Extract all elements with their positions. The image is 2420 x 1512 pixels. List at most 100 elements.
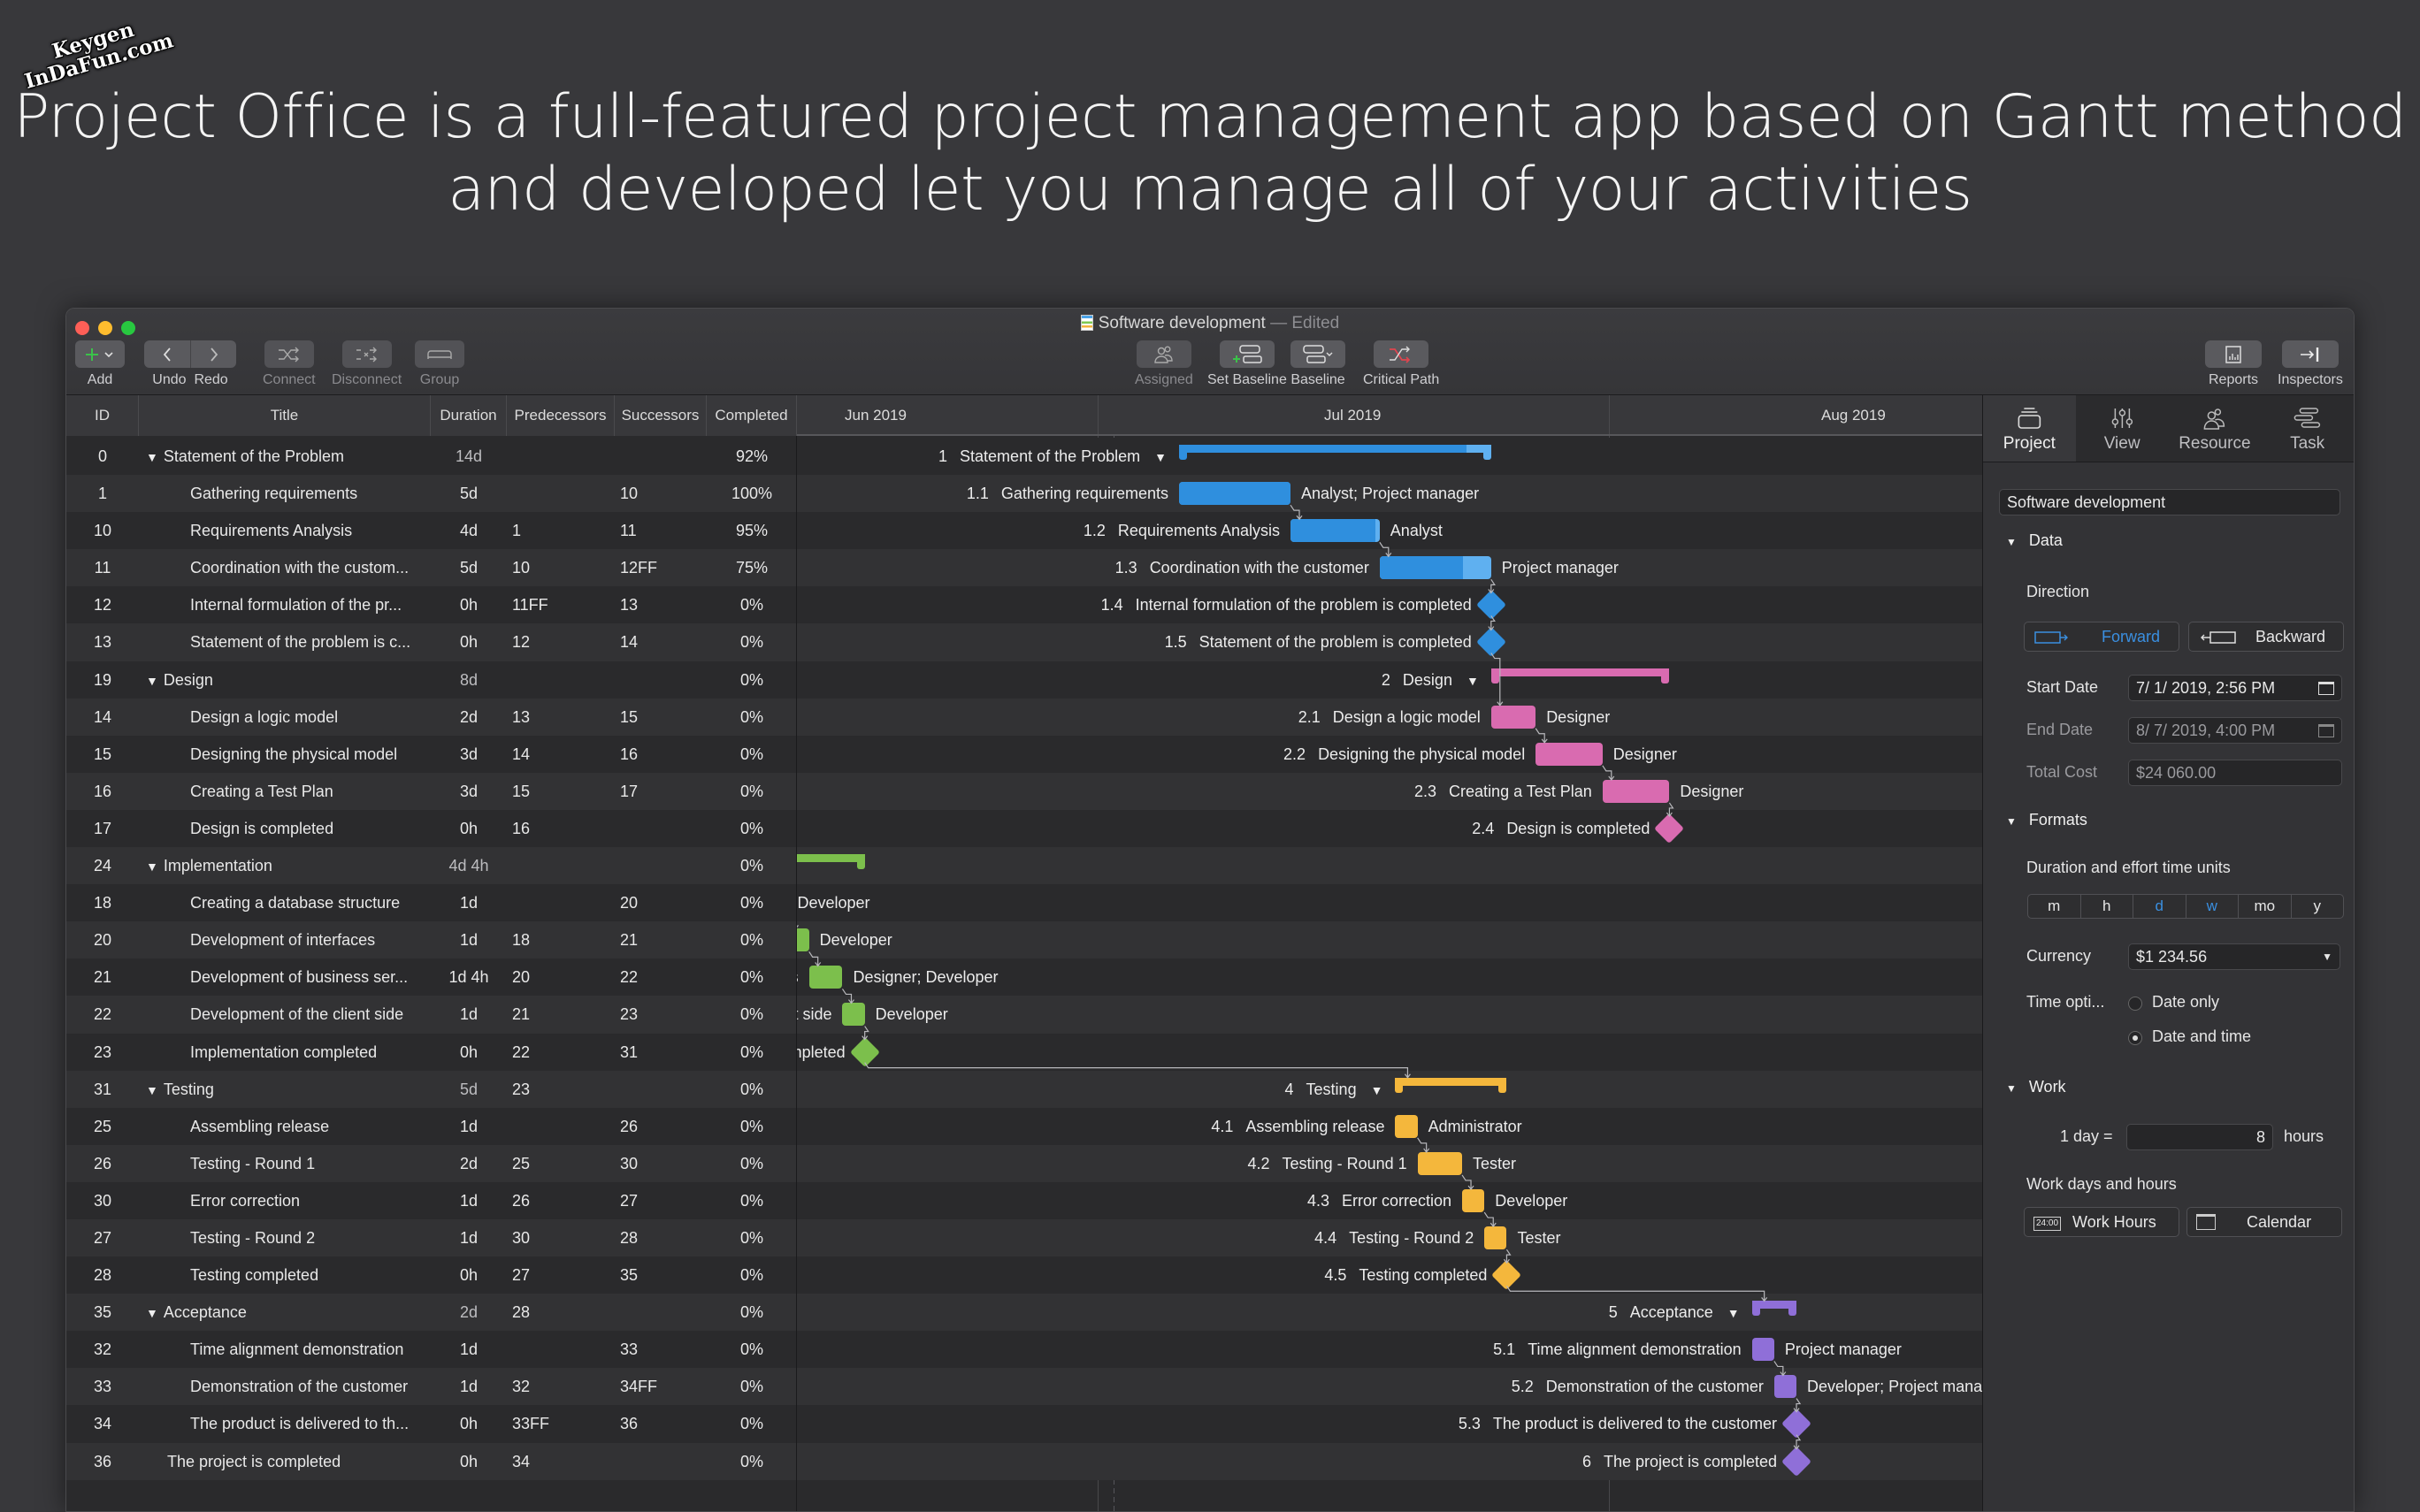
start-date-field[interactable]: 7/ 1/ 2019, 2:56 PM: [2128, 675, 2342, 701]
collapse-triangle-icon[interactable]: ▼: [1371, 1083, 1383, 1097]
table-row[interactable]: 13 Statement of the problem is c... 0h 12 14…: [66, 623, 796, 661]
work-hours-button[interactable]: 24:00 Work Hours: [2024, 1207, 2179, 1237]
unit-months[interactable]: mo: [2238, 895, 2291, 918]
table-row[interactable]: 15 Designing the physical model 3d 14 16 0%: [66, 735, 796, 773]
critical-path-button[interactable]: [1374, 340, 1429, 368]
date-only-radio[interactable]: [2128, 997, 2142, 1011]
milestone-diamond[interactable]: [1475, 590, 1506, 621]
task-bar[interactable]: [1773, 1375, 1797, 1399]
table-row[interactable]: 36 The project is completed 0h 34 0%: [66, 1442, 796, 1480]
table-row[interactable]: 26 Testing - Round 1 2d 25 30 0%: [66, 1144, 796, 1182]
column-header-successors[interactable]: Successors: [615, 395, 707, 436]
table-row-summary[interactable]: 31 ▼ Testing 5d 23 0%: [66, 1070, 796, 1108]
collapse-triangle-icon[interactable]: ▼: [1727, 1306, 1740, 1320]
task-bar[interactable]: [797, 928, 809, 952]
table-row[interactable]: 20 Development of interfaces 1d 18 21 0%: [66, 921, 796, 959]
forward-button[interactable]: Forward: [2024, 622, 2179, 652]
table-row[interactable]: 14 Design a logic model 2d 13 15 0%: [66, 698, 796, 736]
unit-hours[interactable]: h: [2079, 895, 2133, 918]
table-row-summary[interactable]: 24 ▼ Implementation 4d 4h 0%: [66, 847, 796, 885]
task-bar[interactable]: [1484, 1226, 1507, 1249]
set-baseline-button[interactable]: [1219, 340, 1275, 368]
unit-weeks[interactable]: w: [2185, 895, 2239, 918]
project-name-input[interactable]: Software development: [1999, 489, 2340, 515]
table-row-summary[interactable]: 0 ▼ Statement of the Problem 14d 92%: [66, 438, 796, 476]
unit-days[interactable]: d: [2133, 895, 2186, 918]
tab-project[interactable]: Project: [1983, 395, 2076, 462]
summary-bar[interactable]: [1395, 1077, 1507, 1093]
disconnect-button[interactable]: [341, 340, 392, 368]
calendar-button[interactable]: Calendar: [2186, 1207, 2342, 1237]
table-row[interactable]: 32 Time alignment demonstration 1d 33 0%: [66, 1331, 796, 1369]
assigned-button[interactable]: [1136, 340, 1191, 368]
task-bar[interactable]: [1535, 742, 1603, 766]
table-row[interactable]: 23 Implementation completed 0h 22 31 0%: [66, 1033, 796, 1071]
table-row[interactable]: 17 Design is completed 0h 16 0%: [66, 809, 796, 848]
table-row[interactable]: 16 Creating a Test Plan 3d 15 17 0%: [66, 772, 796, 810]
table-row[interactable]: 1 Gathering requirements 5d 10 100%: [66, 475, 796, 513]
table-row[interactable]: 11 Coordination with the custom... 5d 10 12F…: [66, 549, 796, 587]
redo-button[interactable]: [190, 340, 236, 368]
backward-button[interactable]: Backward: [2188, 622, 2344, 652]
baseline-button[interactable]: [1290, 340, 1345, 368]
group-button[interactable]: [415, 340, 464, 368]
summary-bar[interactable]: [1490, 668, 1670, 683]
tab-view[interactable]: View: [2076, 395, 2169, 462]
column-header-predecessors[interactable]: Predecessors: [507, 395, 615, 436]
task-bar[interactable]: [1290, 519, 1380, 543]
calendar-icon[interactable]: [2318, 682, 2334, 695]
table-row[interactable]: 10 Requirements Analysis 4d 1 11 95%: [66, 512, 796, 550]
milestone-diamond[interactable]: [1475, 627, 1506, 658]
connect-button[interactable]: [264, 340, 314, 368]
table-row[interactable]: 27 Testing - Round 2 1d 30 28 0%: [66, 1218, 796, 1257]
formats-section-header[interactable]: ▼ Formats: [2006, 811, 2087, 829]
task-bar[interactable]: [1395, 1114, 1418, 1138]
table-row[interactable]: 21 Development of business ser... 1d 4h 20 2…: [66, 958, 796, 997]
inspectors-button[interactable]: [2281, 340, 2339, 368]
column-header-completed[interactable]: Completed: [707, 395, 797, 436]
task-bar[interactable]: [1751, 1338, 1774, 1362]
table-row[interactable]: 33 Demonstration of the customer 1d 32 34FF 0…: [66, 1368, 796, 1406]
add-button[interactable]: [75, 340, 125, 368]
milestone-diamond[interactable]: [1491, 1260, 1522, 1291]
tab-resource[interactable]: Resource: [2169, 395, 2262, 462]
currency-select[interactable]: $1 234.56 ▼: [2128, 943, 2340, 970]
table-row[interactable]: 34 The product is delivered to th... 0h 33F…: [66, 1405, 796, 1443]
table-row[interactable]: 12 Internal formulation of the pr... 0h 11F…: [66, 586, 796, 624]
summary-bar[interactable]: [1179, 445, 1491, 460]
task-bar[interactable]: [808, 966, 843, 989]
unit-years[interactable]: y: [2290, 895, 2344, 918]
table-row[interactable]: 28 Testing completed 0h 27 35 0%: [66, 1256, 796, 1294]
task-bar[interactable]: [1417, 1151, 1463, 1175]
collapse-triangle-icon[interactable]: ▼: [146, 848, 158, 884]
collapse-triangle-icon[interactable]: ▼: [146, 1072, 158, 1108]
milestone-diamond[interactable]: [1781, 1409, 1812, 1439]
task-bar[interactable]: [1179, 482, 1290, 506]
tab-task[interactable]: Task: [2261, 395, 2354, 462]
column-header-title[interactable]: Title: [139, 395, 431, 436]
task-bar[interactable]: [842, 1003, 865, 1027]
collapse-triangle-icon[interactable]: ▼: [1467, 674, 1479, 688]
table-row[interactable]: 18 Creating a database structure 1d 20 0%: [66, 884, 796, 922]
collapse-triangle-icon[interactable]: ▼: [146, 1294, 158, 1331]
task-bar[interactable]: [1490, 705, 1536, 729]
milestone-diamond[interactable]: [1654, 813, 1685, 844]
summary-bar[interactable]: [1751, 1301, 1797, 1317]
task-bar[interactable]: [1462, 1188, 1485, 1212]
milestone-diamond[interactable]: [849, 1036, 880, 1067]
hours-per-day-input[interactable]: 8: [2126, 1124, 2273, 1150]
table-row[interactable]: 30 Error correction 1d 26 27 0%: [66, 1181, 796, 1219]
table-row-summary[interactable]: 35 ▼ Acceptance 2d 28 0%: [66, 1294, 796, 1332]
date-and-time-radio[interactable]: [2128, 1031, 2142, 1045]
column-header-duration[interactable]: Duration: [431, 395, 507, 436]
collapse-triangle-icon[interactable]: ▼: [1154, 450, 1167, 464]
collapse-triangle-icon[interactable]: ▼: [146, 662, 158, 699]
work-section-header[interactable]: ▼ Work: [2006, 1078, 2066, 1096]
table-row[interactable]: 25 Assembling release 1d 26 0%: [66, 1107, 796, 1145]
unit-minutes[interactable]: m: [2028, 895, 2080, 918]
undo-button[interactable]: [144, 340, 190, 368]
reports-button[interactable]: [2205, 340, 2262, 368]
data-section-header[interactable]: ▼ Data: [2006, 531, 2063, 550]
column-header-id[interactable]: ID: [66, 395, 139, 436]
collapse-triangle-icon[interactable]: ▼: [146, 439, 158, 475]
